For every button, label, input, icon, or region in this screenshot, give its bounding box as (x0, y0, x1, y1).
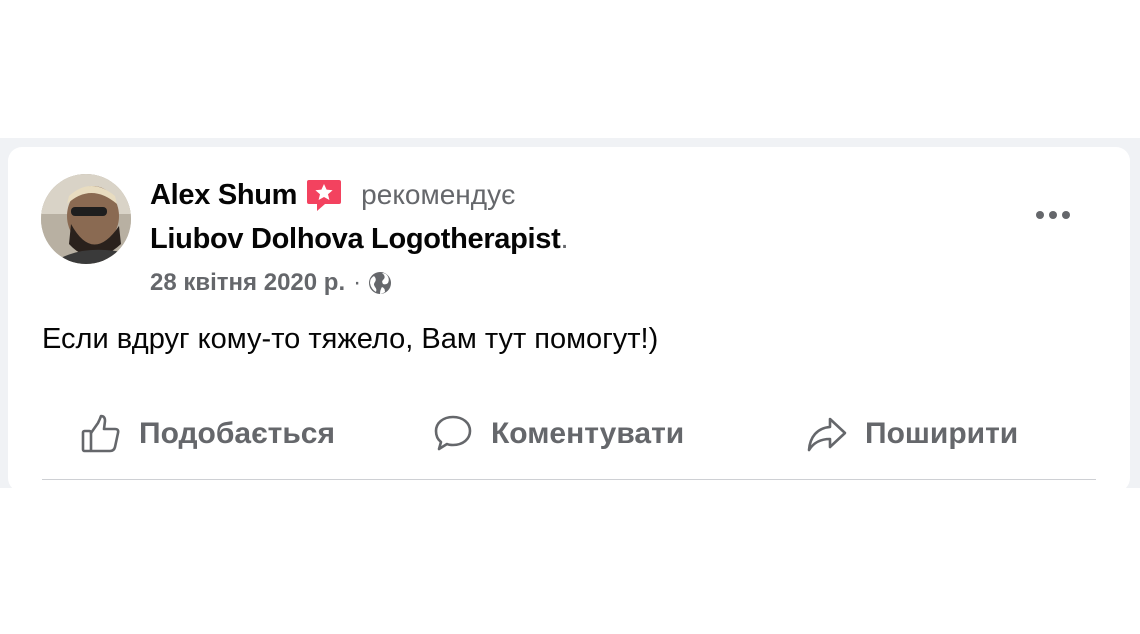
post-date[interactable]: 28 квітня 2020 р. (150, 269, 345, 297)
post-text: Если вдруг кому-то тяжело, Вам тут помог… (42, 323, 659, 355)
comment-icon (434, 415, 472, 451)
recommended-page-link[interactable]: Liubov Dolhova Logotherapist (150, 223, 561, 256)
comment-label: Коментувати (491, 417, 685, 450)
post-actions-bar: Подобається Коментувати Поширити (41, 405, 1095, 463)
avatar[interactable] (41, 174, 131, 264)
post-card: Alex Shum рекомендує Liubov Dolhova Logo… (8, 147, 1130, 492)
share-button[interactable]: Поширити (805, 405, 1018, 463)
page-name-period: . (560, 222, 569, 255)
recommends-text: рекомендує (361, 179, 516, 210)
more-dot-icon (1062, 211, 1070, 219)
share-icon (807, 417, 847, 452)
post-header-line: Alex Shum рекомендує (150, 177, 515, 213)
card-divider (42, 479, 1096, 480)
recommend-star-badge-icon (307, 180, 342, 211)
recommended-page-line: Liubov Dolhova Logotherapist . (150, 221, 569, 257)
more-options-button[interactable] (1028, 197, 1078, 233)
more-dot-icon (1036, 211, 1044, 219)
like-icon (81, 414, 120, 453)
comment-button[interactable]: Коментувати (431, 405, 684, 463)
like-button[interactable]: Подобається (79, 405, 335, 463)
post-meta: 28 квітня 2020 р. · (150, 267, 393, 299)
share-label: Поширити (865, 417, 1019, 450)
author-name[interactable]: Alex Shum (150, 179, 297, 212)
more-dot-icon (1049, 211, 1057, 219)
globe-icon[interactable] (367, 270, 393, 296)
like-label: Подобається (139, 417, 335, 450)
meta-separator: · (353, 269, 362, 296)
